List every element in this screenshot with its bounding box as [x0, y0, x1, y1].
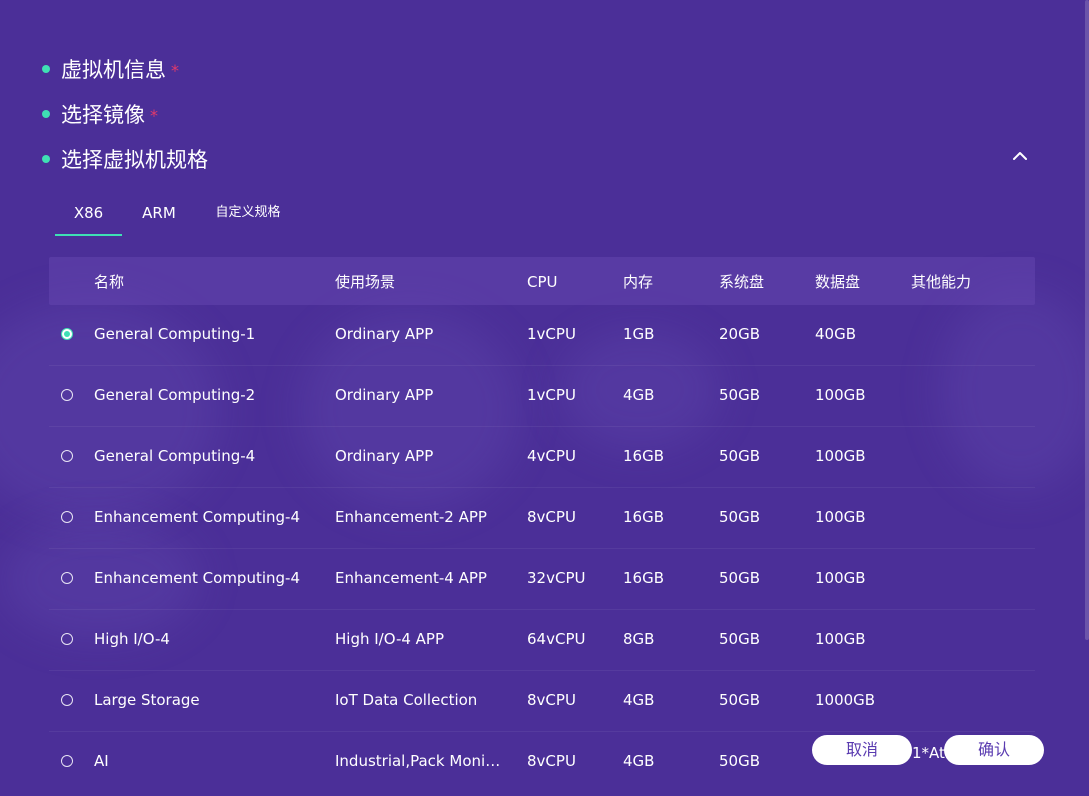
header-system-disk: 系统盘: [719, 273, 765, 291]
scrollbar[interactable]: [1085, 0, 1089, 640]
table-row[interactable]: Enhancement Computing-4 Enhancement-4 AP…: [49, 549, 1035, 610]
cell-name: High I/O-4: [94, 630, 170, 648]
cell-cpu: 4vCPU: [527, 447, 576, 465]
radio-button[interactable]: [61, 328, 73, 340]
section-select-image[interactable]: 选择镜像 *: [42, 99, 158, 129]
cell-scene: Ordinary APP: [335, 447, 434, 465]
radio-button[interactable]: [61, 511, 73, 523]
cell-cpu: 64vCPU: [527, 630, 586, 648]
cell-name: General Computing-1: [94, 325, 256, 343]
cell-memory: 4GB: [623, 386, 655, 404]
cell-data-disk: 100GB: [815, 508, 866, 526]
cell-scene: Industrial,Pack Monit…: [335, 752, 503, 770]
header-cpu: CPU: [527, 273, 558, 291]
table-row[interactable]: General Computing-2 Ordinary APP 1vCPU 4…: [49, 366, 1035, 427]
tab-x86[interactable]: X86: [55, 196, 122, 236]
cell-system-disk: 50GB: [719, 630, 761, 648]
cell-cpu: 8vCPU: [527, 752, 576, 770]
section-bullet-icon: [42, 65, 50, 73]
cell-system-disk: 50GB: [719, 569, 761, 587]
cell-memory: 16GB: [623, 569, 665, 587]
cell-data-disk: 100GB: [815, 630, 866, 648]
cell-memory: 16GB: [623, 447, 665, 465]
cell-other-capability: 1*Ati: [912, 744, 948, 762]
table-row[interactable]: General Computing-4 Ordinary APP 4vCPU 1…: [49, 427, 1035, 488]
cell-memory: 8GB: [623, 630, 655, 648]
section-title: 选择虚拟机规格: [61, 148, 208, 172]
cell-name: Enhancement Computing-4: [94, 508, 300, 526]
cell-scene: High I/O-4 APP: [335, 630, 445, 648]
header-data-disk: 数据盘: [815, 273, 861, 291]
table-header: 名称 使用场景 CPU 内存 系统盘 数据盘 其他能力: [49, 257, 1035, 305]
table-row[interactable]: High I/O-4 High I/O-4 APP 64vCPU 8GB 50G…: [49, 610, 1035, 671]
section-title: 选择镜像: [61, 103, 145, 127]
cell-memory: 4GB: [623, 752, 655, 770]
section-select-spec[interactable]: 选择虚拟机规格: [42, 144, 208, 174]
cell-name: Large Storage: [94, 691, 200, 709]
required-mark: *: [171, 60, 179, 80]
cell-data-disk: 100GB: [815, 447, 866, 465]
cell-cpu: 8vCPU: [527, 691, 576, 709]
cell-cpu: 8vCPU: [527, 508, 576, 526]
cell-data-disk: 100GB: [815, 386, 866, 404]
chevron-up-icon[interactable]: [1010, 146, 1030, 166]
cell-system-disk: 50GB: [719, 386, 761, 404]
cell-system-disk: 50GB: [719, 508, 761, 526]
section-title: 虚拟机信息: [61, 58, 166, 82]
cell-name: AI: [94, 752, 109, 770]
cell-name: Enhancement Computing-4: [94, 569, 300, 587]
cell-memory: 1GB: [623, 325, 655, 343]
cell-scene: Enhancement-4 APP: [335, 569, 487, 587]
radio-button[interactable]: [61, 389, 73, 401]
cell-cpu: 32vCPU: [527, 569, 586, 587]
cell-name: General Computing-2: [94, 386, 256, 404]
table-row[interactable]: Enhancement Computing-4 Enhancement-2 AP…: [49, 488, 1035, 549]
cell-cpu: 1vCPU: [527, 325, 576, 343]
radio-button[interactable]: [61, 694, 73, 706]
cell-scene: IoT Data Collection: [335, 691, 478, 709]
header-other: 其他能力: [911, 273, 972, 291]
header-memory: 内存: [623, 273, 654, 291]
cell-system-disk: 20GB: [719, 325, 761, 343]
radio-button[interactable]: [61, 572, 73, 584]
radio-button[interactable]: [61, 633, 73, 645]
tab-arm[interactable]: ARM: [133, 196, 185, 234]
spec-table: 名称 使用场景 CPU 内存 系统盘 数据盘 其他能力 General Comp…: [49, 257, 1035, 792]
table-row[interactable]: Large Storage IoT Data Collection 8vCPU …: [49, 671, 1035, 732]
section-bullet-icon: [42, 110, 50, 118]
cell-data-disk: 1000GB: [815, 691, 876, 709]
cell-scene: Ordinary APP: [335, 386, 434, 404]
radio-button[interactable]: [61, 755, 73, 767]
radio-button[interactable]: [61, 450, 73, 462]
cancel-button[interactable]: 取消: [812, 735, 912, 765]
section-vm-info[interactable]: 虚拟机信息 *: [42, 54, 179, 84]
cell-memory: 16GB: [623, 508, 665, 526]
cell-system-disk: 50GB: [719, 752, 761, 770]
cell-name: General Computing-4: [94, 447, 256, 465]
table-row[interactable]: General Computing-1 Ordinary APP 1vCPU 1…: [49, 305, 1035, 366]
cell-memory: 4GB: [623, 691, 655, 709]
cell-system-disk: 50GB: [719, 447, 761, 465]
confirm-button[interactable]: 确认: [944, 735, 1044, 765]
header-name: 名称: [94, 273, 125, 291]
cell-data-disk: 40GB: [815, 325, 857, 343]
tab-custom-spec[interactable]: 自定义规格: [203, 196, 293, 234]
cell-system-disk: 50GB: [719, 691, 761, 709]
section-bullet-icon: [42, 155, 50, 163]
required-mark: *: [150, 105, 158, 125]
header-scene: 使用场景: [335, 273, 396, 291]
cell-scene: Ordinary APP: [335, 325, 434, 343]
cell-data-disk: 100GB: [815, 569, 866, 587]
cell-scene: Enhancement-2 APP: [335, 508, 487, 526]
cell-cpu: 1vCPU: [527, 386, 576, 404]
